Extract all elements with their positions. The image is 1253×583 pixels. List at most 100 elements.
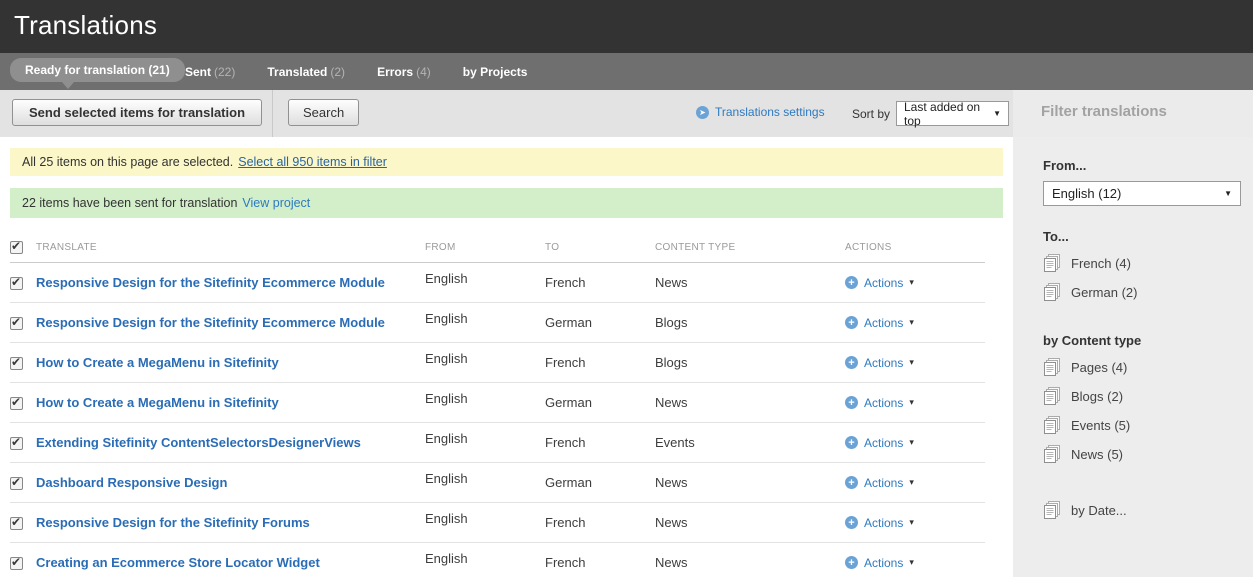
tab-row: Sent(22) Translated(2) Errors(4) by Proj… [185, 53, 527, 90]
filter-list-item[interactable]: Blogs (2) [1043, 387, 1253, 406]
search-button[interactable]: Search [288, 99, 359, 126]
filter-content-type-label: by Content type [1043, 333, 1253, 348]
tab-errors[interactable]: Errors(4) [377, 65, 431, 79]
row-title-link[interactable]: Responsive Design for the Sitefinity Eco… [36, 275, 385, 290]
documents-icon [1043, 254, 1061, 273]
row-content-type: News [655, 383, 845, 423]
row-actions-link[interactable]: Actions [864, 356, 903, 370]
plus-circle-icon: + [845, 476, 858, 489]
filter-list-item[interactable]: Pages (4) [1043, 358, 1253, 377]
plus-circle-icon: + [845, 436, 858, 449]
documents-icon [1043, 416, 1061, 435]
row-actions-link[interactable]: Actions [864, 276, 903, 290]
filter-by-date-link[interactable]: by Date... [1043, 501, 1253, 520]
select-caret-icon: ▼ [993, 109, 1001, 118]
plus-circle-icon: + [845, 516, 858, 529]
filter-list-item[interactable]: German (2) [1043, 283, 1253, 302]
sort-select[interactable]: Last added on top ▼ [896, 101, 1009, 126]
row-checkbox[interactable] [10, 317, 23, 330]
select-caret-icon: ▼ [1224, 189, 1232, 198]
filter-item-label: News (5) [1071, 447, 1123, 462]
row-title-link[interactable]: Extending Sitefinity ContentSelectorsDes… [36, 435, 361, 450]
row-actions-link[interactable]: Actions [864, 476, 903, 490]
row-checkbox[interactable] [10, 277, 23, 290]
row-checkbox[interactable] [10, 477, 23, 490]
send-selected-button[interactable]: Send selected items for translation [12, 99, 262, 126]
filter-from-label: From... [1043, 158, 1253, 173]
row-title-link[interactable]: Dashboard Responsive Design [36, 475, 227, 490]
row-actions-link[interactable]: Actions [864, 556, 903, 570]
select-all-in-filter-link[interactable]: Select all 950 items in filter [238, 155, 387, 169]
row-from: English [425, 303, 545, 343]
row-title-link[interactable]: Responsive Design for the Sitefinity Eco… [36, 315, 385, 330]
filter-item-label: Blogs (2) [1071, 389, 1123, 404]
row-content-type: News [655, 503, 845, 543]
row-actions-link[interactable]: Actions [864, 316, 903, 330]
row-checkbox[interactable] [10, 517, 23, 530]
table-header-row: TRANSLATE FROM TO CONTENT TYPE ACTIONS [10, 232, 985, 263]
translations-settings-link[interactable]: ➤ Translations settings [696, 105, 825, 119]
translations-table: TRANSLATE FROM TO CONTENT TYPE ACTIONS R… [10, 232, 985, 583]
tab-by-projects[interactable]: by Projects [463, 65, 528, 79]
tab-sent[interactable]: Sent(22) [185, 65, 235, 79]
filter-item-label: French (4) [1071, 256, 1131, 271]
row-actions-link[interactable]: Actions [864, 436, 903, 450]
column-header-from: FROM [425, 232, 545, 263]
caret-down-icon: ▾ [909, 357, 914, 368]
filter-translations-heading: Filter translations [1041, 103, 1167, 120]
row-from: English [425, 503, 545, 543]
view-project-link[interactable]: View project [242, 196, 310, 210]
plus-circle-icon: + [845, 276, 858, 289]
row-actions-link[interactable]: Actions [864, 516, 903, 530]
row-from: English [425, 343, 545, 383]
table-row: How to Create a MegaMenu in Sitefinity E… [10, 343, 985, 383]
row-title-link[interactable]: How to Create a MegaMenu in Sitefinity [36, 355, 279, 370]
row-content-type: Blogs [655, 303, 845, 343]
table-row: Dashboard Responsive Design English Germ… [10, 463, 985, 503]
column-header-to: TO [545, 232, 655, 263]
filter-list-item[interactable]: Events (5) [1043, 416, 1253, 435]
toolbar: Send selected items for translation Sear… [0, 90, 1253, 137]
row-to: French [545, 503, 655, 543]
filter-from-select[interactable]: English (12) ▼ [1043, 181, 1241, 206]
tab-ready-for-translation[interactable]: Ready for translation (21) [10, 58, 185, 82]
documents-icon [1043, 358, 1061, 377]
row-from: English [425, 423, 545, 463]
active-tab-notch [62, 82, 74, 89]
row-title-link[interactable]: Responsive Design for the Sitefinity For… [36, 515, 310, 530]
caret-down-icon: ▾ [909, 397, 914, 408]
row-checkbox[interactable] [10, 437, 23, 450]
plus-circle-icon: + [845, 396, 858, 409]
sent-notice: 22 items have been sent for translation … [10, 188, 1003, 218]
row-to: German [545, 383, 655, 423]
tab-translated[interactable]: Translated(2) [267, 65, 345, 79]
row-title-link[interactable]: How to Create a MegaMenu in Sitefinity [36, 395, 279, 410]
row-to: German [545, 303, 655, 343]
arrow-circle-icon: ➤ [696, 106, 709, 119]
filter-list-item[interactable]: News (5) [1043, 445, 1253, 464]
column-header-translate: TRANSLATE [36, 232, 425, 263]
page-title: Translations [0, 0, 1253, 41]
plus-circle-icon: + [845, 556, 858, 569]
row-content-type: News [655, 263, 845, 303]
column-header-actions: ACTIONS [845, 232, 985, 263]
row-checkbox[interactable] [10, 357, 23, 370]
row-title-link[interactable]: Creating an Ecommerce Store Locator Widg… [36, 555, 320, 570]
app-header: Translations [0, 0, 1253, 53]
row-checkbox[interactable] [10, 397, 23, 410]
toolbar-divider [272, 90, 273, 137]
select-all-checkbox[interactable] [10, 241, 23, 254]
row-from: English [425, 383, 545, 423]
row-actions-link[interactable]: Actions [864, 396, 903, 410]
filter-list-item[interactable]: French (4) [1043, 254, 1253, 273]
row-checkbox[interactable] [10, 557, 23, 570]
filter-panel-header: Filter translations [1013, 90, 1253, 137]
row-to: French [545, 263, 655, 303]
filter-item-label: Pages (4) [1071, 360, 1127, 375]
row-content-type: Events [655, 423, 845, 463]
filter-item-label: Events (5) [1071, 418, 1130, 433]
active-tab-label: Ready for translation (21) [25, 63, 170, 77]
filter-sidebar: From... English (12) ▼ To... French (4) … [1013, 137, 1253, 577]
table-row: How to Create a MegaMenu in Sitefinity E… [10, 383, 985, 423]
table-row: Responsive Design for the Sitefinity Eco… [10, 303, 985, 343]
